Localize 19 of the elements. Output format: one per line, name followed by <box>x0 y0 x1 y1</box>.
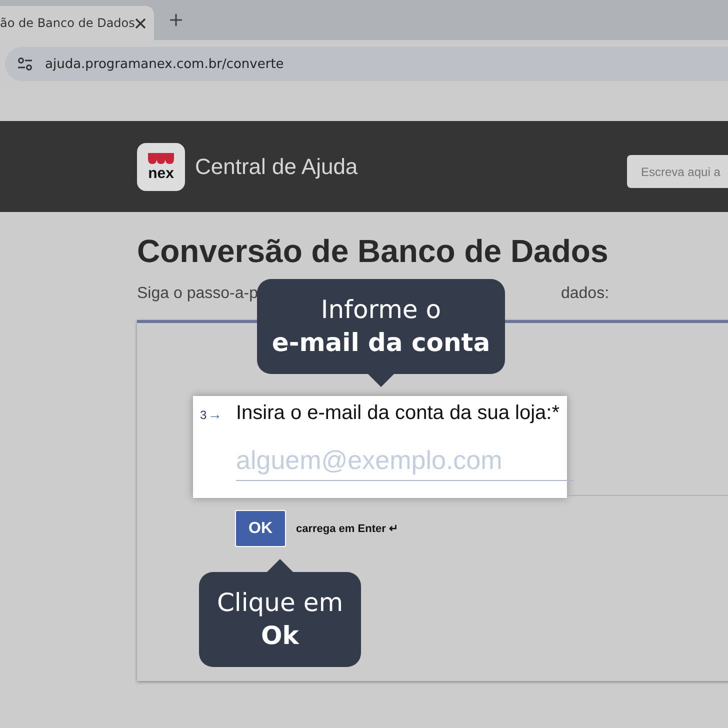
question-label: Insira o e-mail da conta da sua loja:* <box>236 402 560 425</box>
new-tab-icon[interactable] <box>170 14 182 26</box>
tooltip-callout: Clique em Ok <box>199 572 361 667</box>
search-field[interactable]: Escreva aqui a <box>627 155 728 188</box>
logo-icon[interactable]: nex <box>137 142 185 190</box>
subtitle-text: dados: <box>560 285 610 304</box>
question-number: 3 <box>200 408 208 422</box>
ok-button[interactable]: OK <box>235 510 286 547</box>
close-icon[interactable] <box>134 18 146 28</box>
email-field[interactable]: alguem@exemplo.com <box>236 445 574 481</box>
tooltip-callout: Informe o e-mail da conta <box>257 279 505 374</box>
site-title: Central de Ajuda <box>195 154 358 180</box>
page-title: Conversão de Banco de Dados <box>137 232 610 270</box>
address-bar[interactable]: ajuda.programanex.com.br/converte <box>5 47 728 81</box>
browser-tab[interactable]: ão de Banco de Dados <box>0 6 154 40</box>
arrow-glyph: → <box>208 406 223 422</box>
site-settings-icon[interactable] <box>17 57 33 71</box>
enter-hint: carrega em Enter ↵ <box>296 522 398 535</box>
callout-pointer <box>368 374 394 387</box>
